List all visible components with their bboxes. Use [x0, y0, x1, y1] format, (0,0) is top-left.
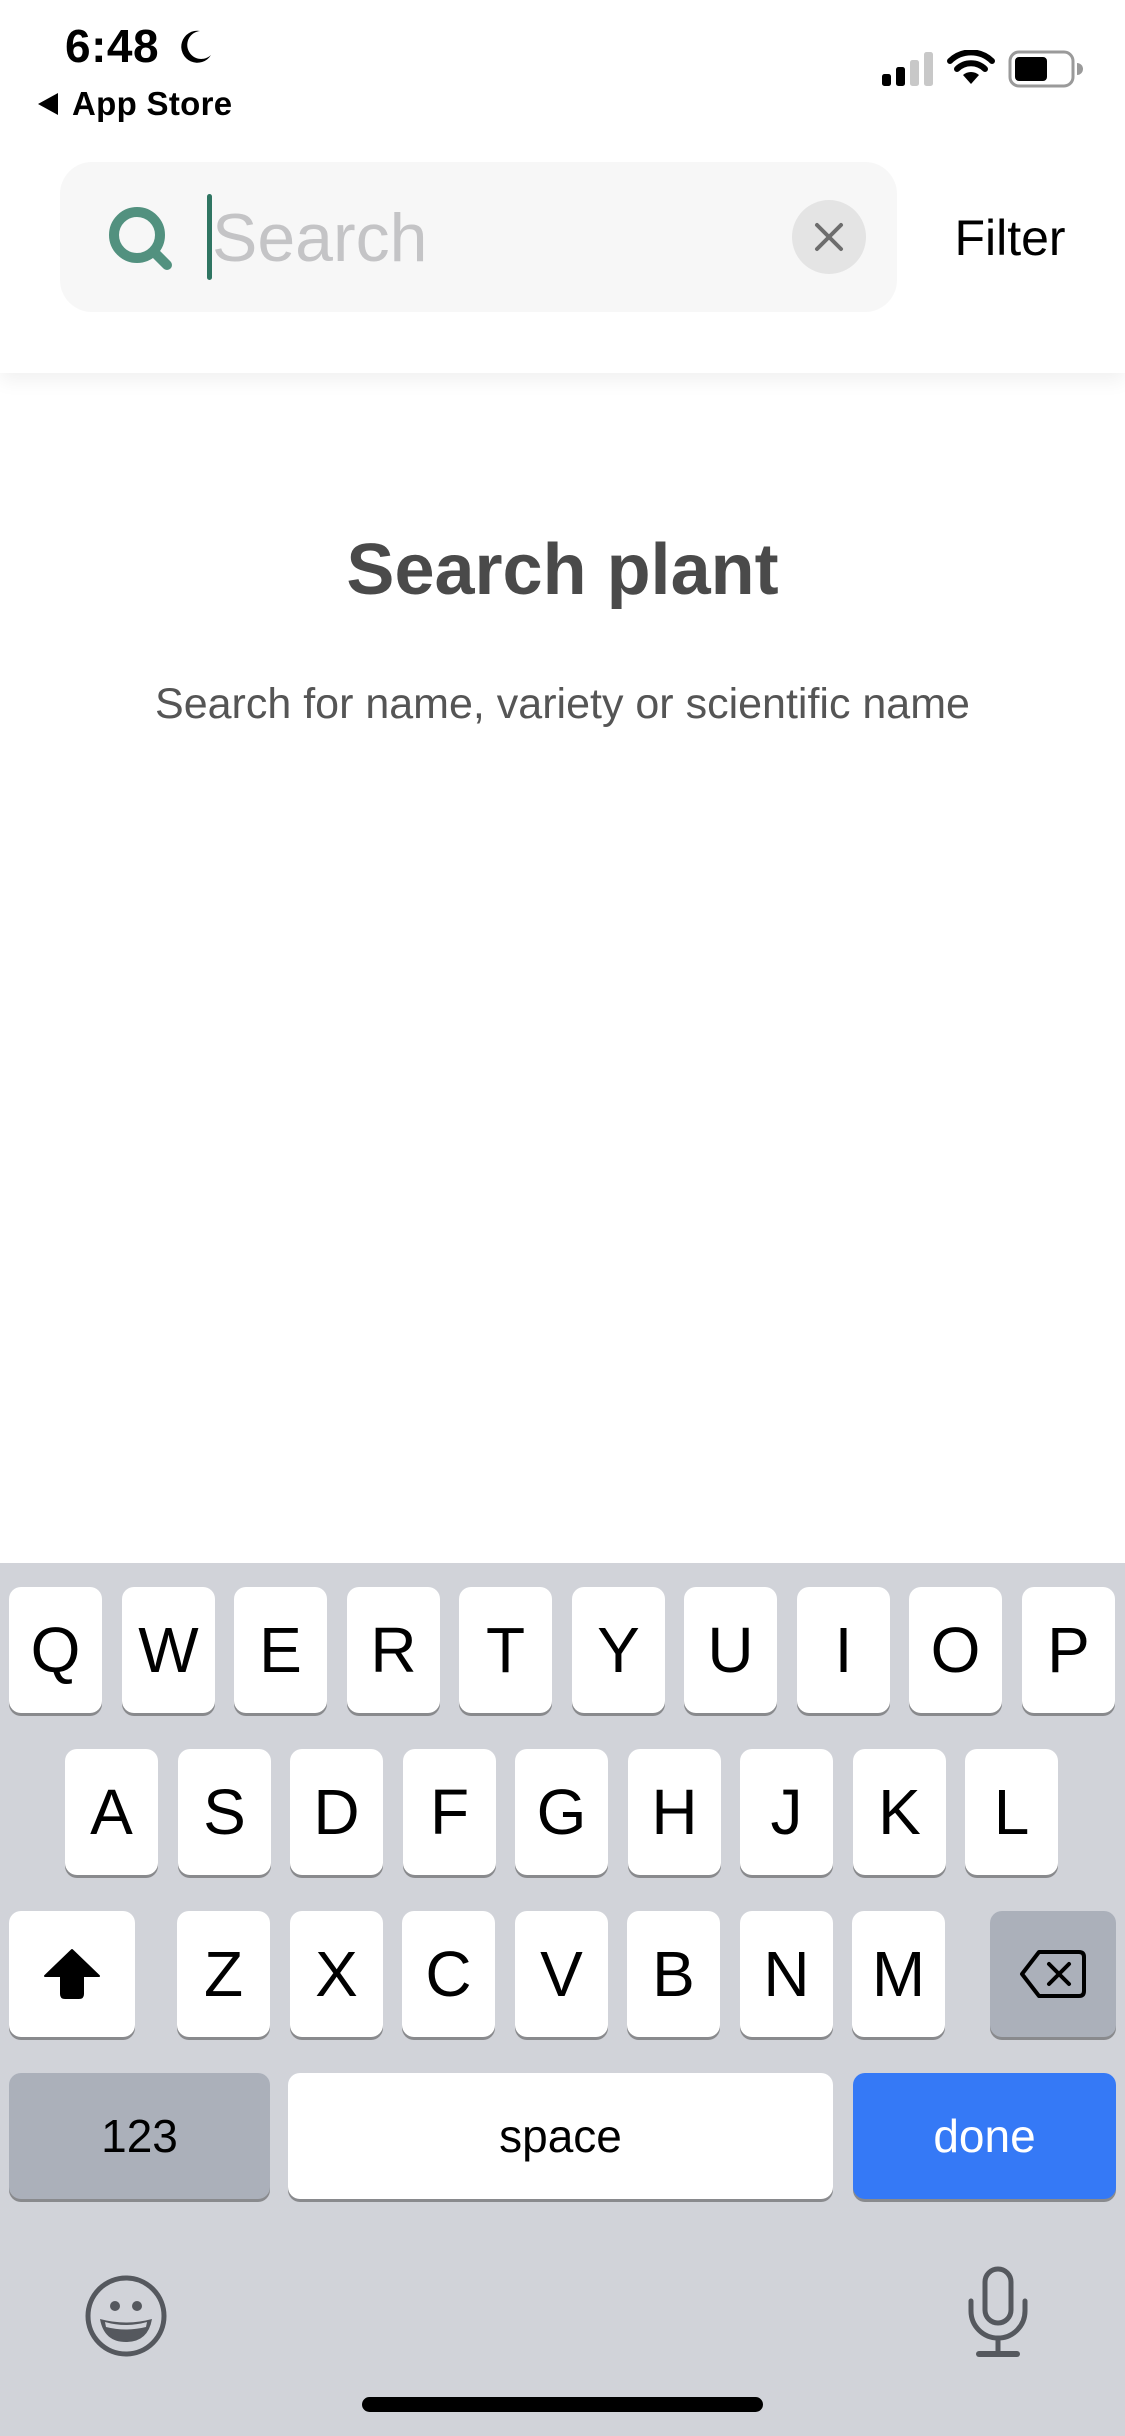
- wifi-icon: [947, 50, 995, 84]
- back-triangle-icon: [38, 93, 58, 115]
- space-key[interactable]: space: [288, 2073, 833, 2199]
- key-c[interactable]: C: [402, 1911, 495, 2037]
- close-icon: [815, 223, 843, 251]
- key-d[interactable]: D: [290, 1749, 383, 1875]
- delete-key[interactable]: [990, 1911, 1116, 2037]
- key-x[interactable]: X: [290, 1911, 383, 2037]
- status-time: 6:48: [65, 20, 160, 72]
- moon-icon: [181, 30, 211, 63]
- search-icon: [109, 207, 172, 270]
- key-b[interactable]: B: [627, 1911, 720, 2037]
- key-n[interactable]: N: [740, 1911, 833, 2037]
- key-s[interactable]: S: [178, 1749, 271, 1875]
- cellular-signal-icon: [882, 52, 933, 86]
- shift-icon: [44, 1949, 100, 1999]
- key-j[interactable]: J: [740, 1749, 833, 1875]
- microphone-icon[interactable]: [966, 2266, 1030, 2360]
- key-o[interactable]: O: [909, 1587, 1002, 1713]
- search-input[interactable]: [212, 188, 772, 288]
- key-k[interactable]: K: [853, 1749, 946, 1875]
- empty-state-title: Search plant: [346, 530, 779, 610]
- key-l[interactable]: L: [965, 1749, 1058, 1875]
- key-g[interactable]: G: [515, 1749, 608, 1875]
- key-y[interactable]: Y: [572, 1587, 665, 1713]
- done-key[interactable]: done: [853, 2073, 1116, 2199]
- key-f[interactable]: F: [403, 1749, 496, 1875]
- delete-icon: [1020, 1950, 1086, 1998]
- clear-search-button[interactable]: [792, 200, 866, 274]
- key-w[interactable]: W: [122, 1587, 215, 1713]
- key-v[interactable]: V: [515, 1911, 608, 2037]
- filter-button[interactable]: Filter: [945, 200, 1075, 276]
- key-h[interactable]: H: [628, 1749, 721, 1875]
- emoji-icon[interactable]: [84, 2274, 168, 2358]
- key-a[interactable]: A: [65, 1749, 158, 1875]
- numbers-key[interactable]: 123: [9, 2073, 270, 2199]
- key-t[interactable]: T: [459, 1587, 552, 1713]
- home-indicator: [362, 2397, 763, 2412]
- key-e[interactable]: E: [234, 1587, 327, 1713]
- key-u[interactable]: U: [684, 1587, 777, 1713]
- key-p[interactable]: P: [1022, 1587, 1115, 1713]
- empty-state-subtitle: Search for name, variety or scientific n…: [155, 680, 970, 728]
- on-screen-keyboard: QWERTYUIOP ASDFGHJKL ZXCVBNM 123 space d…: [0, 1563, 1125, 2436]
- back-app-label: App Store: [72, 85, 233, 122]
- key-q[interactable]: Q: [9, 1587, 102, 1713]
- back-to-app-store[interactable]: App Store: [38, 84, 232, 124]
- key-i[interactable]: I: [797, 1587, 890, 1713]
- shift-key[interactable]: [9, 1911, 135, 2037]
- key-z[interactable]: Z: [177, 1911, 270, 2037]
- battery-icon: [1008, 50, 1083, 88]
- key-m[interactable]: M: [852, 1911, 945, 2037]
- key-r[interactable]: R: [347, 1587, 440, 1713]
